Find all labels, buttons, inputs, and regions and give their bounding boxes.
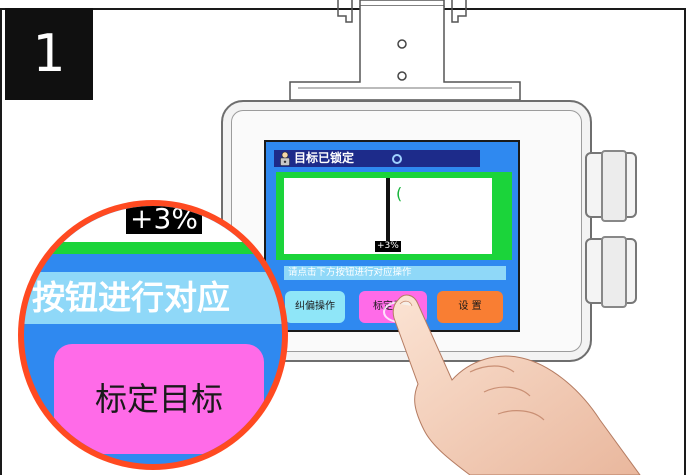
instruction-stage: 目标已锁定 ( +3% 请点击下方按钮进行对应操作 纠偏操作 标定目标 设 置 …	[0, 0, 686, 475]
step-number-badge: 1	[5, 8, 93, 100]
hand-pointer-icon	[383, 294, 641, 475]
